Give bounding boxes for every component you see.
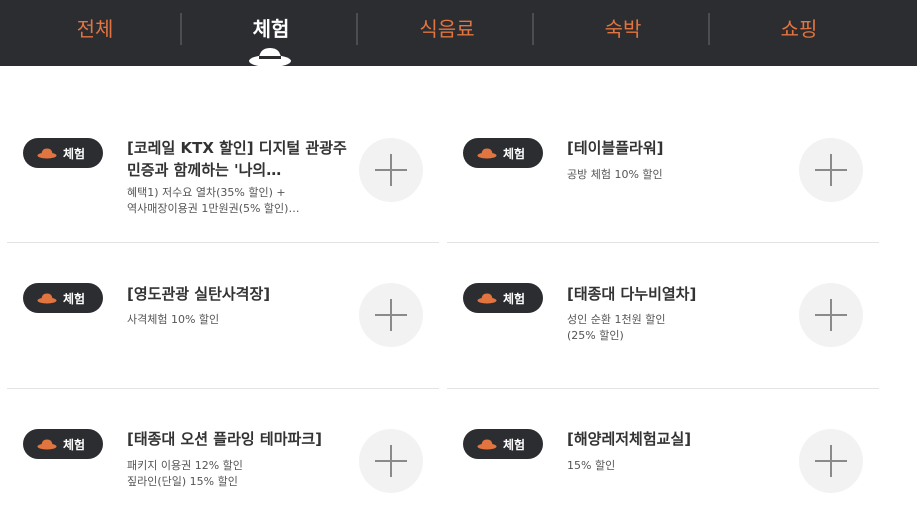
badge-label: 체험 (503, 291, 526, 306)
description-line: 패키지 이용권 12% 할인 (127, 459, 243, 472)
tab-lodging[interactable]: 숙박 (535, 0, 711, 66)
tab-label: 식음료 (419, 17, 475, 41)
description-line: 성인 순환 1천원 할인 (567, 313, 666, 326)
tab-food-beverage[interactable]: 식음료 (359, 0, 535, 66)
badge-label: 체험 (63, 437, 86, 452)
badge-label: 체험 (63, 146, 86, 161)
item-title[interactable]: [태종대 오션 플라잉 테마파크] (127, 428, 347, 450)
item-description: 공방 체험 10% 할인 (567, 167, 787, 183)
list-item[interactable]: 체험 [해양레저체험교실] 15% 할인 (447, 389, 879, 519)
hat-icon (477, 439, 497, 450)
tab-all[interactable]: 전체 (7, 0, 183, 66)
item-description: 성인 순환 1천원 할인 (25% 할인) (567, 312, 787, 344)
add-button[interactable] (799, 429, 863, 493)
tab-divider (356, 13, 358, 45)
add-button[interactable] (799, 283, 863, 347)
hat-icon (249, 48, 291, 66)
tab-divider (180, 13, 182, 45)
list-item[interactable]: 체험 [코레일 KTX 할인] 디지털 관광주민증과 함께하는 '나의… 혜택1… (7, 97, 439, 243)
tab-label: 쇼핑 (780, 17, 818, 41)
add-button[interactable] (359, 283, 423, 347)
item-description: 사격체험 10% 할인 (127, 312, 347, 328)
add-button[interactable] (359, 138, 423, 202)
description-line: 사격체험 10% 할인 (127, 313, 220, 326)
badge-label: 체험 (503, 437, 526, 452)
hat-icon (37, 439, 57, 450)
add-button[interactable] (359, 429, 423, 493)
category-badge[interactable]: 체험 (23, 283, 103, 313)
tab-label: 체험 (252, 17, 290, 41)
hat-icon (477, 293, 497, 304)
item-description: 15% 할인 (567, 458, 787, 474)
description-line: 15% 할인 (567, 459, 616, 472)
item-title[interactable]: [코레일 KTX 할인] 디지털 관광주민증과 함께하는 '나의… (127, 137, 347, 181)
tab-shopping[interactable]: 쇼핑 (711, 0, 887, 66)
description-line: (25% 할인) (567, 329, 624, 342)
category-badge[interactable]: 체험 (463, 138, 543, 168)
tab-divider (708, 13, 710, 45)
tab-divider (532, 13, 534, 45)
item-description: 혜택1) 저수요 열차(35% 할인) + 역사매장이용권 1만원권(5% 할인… (127, 185, 347, 217)
category-badge[interactable]: 체험 (463, 429, 543, 459)
item-title[interactable]: [태종대 다누비열차] (567, 283, 787, 305)
category-badge[interactable]: 체험 (463, 283, 543, 313)
add-button[interactable] (799, 138, 863, 202)
description-line: 공방 체험 10% 할인 (567, 168, 663, 181)
description-line: 혜택1) 저수요 열차(35% 할인) + (127, 186, 286, 199)
badge-label: 체험 (503, 146, 526, 161)
item-description: 패키지 이용권 12% 할인 짚라인(단일) 15% 할인 (127, 458, 347, 490)
list-item[interactable]: 체험 [태종대 오션 플라잉 테마파크] 패키지 이용권 12% 할인 짚라인(… (7, 389, 439, 519)
list-item[interactable]: 체험 [영도관광 실탄사격장] 사격체험 10% 할인 (7, 243, 439, 389)
category-badge[interactable]: 체험 (23, 138, 103, 168)
hat-icon (37, 293, 57, 304)
list-item[interactable]: 체험 [테이블플라워] 공방 체험 10% 할인 (447, 97, 879, 243)
hat-icon (37, 148, 57, 159)
tab-label: 숙박 (604, 17, 642, 41)
description-line: 짚라인(단일) 15% 할인 (127, 475, 238, 488)
item-title[interactable]: [테이블플라워] (567, 137, 787, 159)
category-badge[interactable]: 체험 (23, 429, 103, 459)
item-title[interactable]: [해양레저체험교실] (567, 428, 787, 450)
tab-label: 전체 (76, 17, 114, 41)
list-item[interactable]: 체험 [태종대 다누비열차] 성인 순환 1천원 할인 (25% 할인) (447, 243, 879, 389)
hat-icon (477, 148, 497, 159)
badge-label: 체험 (63, 291, 86, 306)
category-tab-bar: 전체 체험 식음료 숙박 쇼핑 (0, 0, 917, 66)
item-title[interactable]: [영도관광 실탄사격장] (127, 283, 347, 305)
description-line: 역사매장이용권 1만원권(5% 할인)… (127, 202, 300, 215)
